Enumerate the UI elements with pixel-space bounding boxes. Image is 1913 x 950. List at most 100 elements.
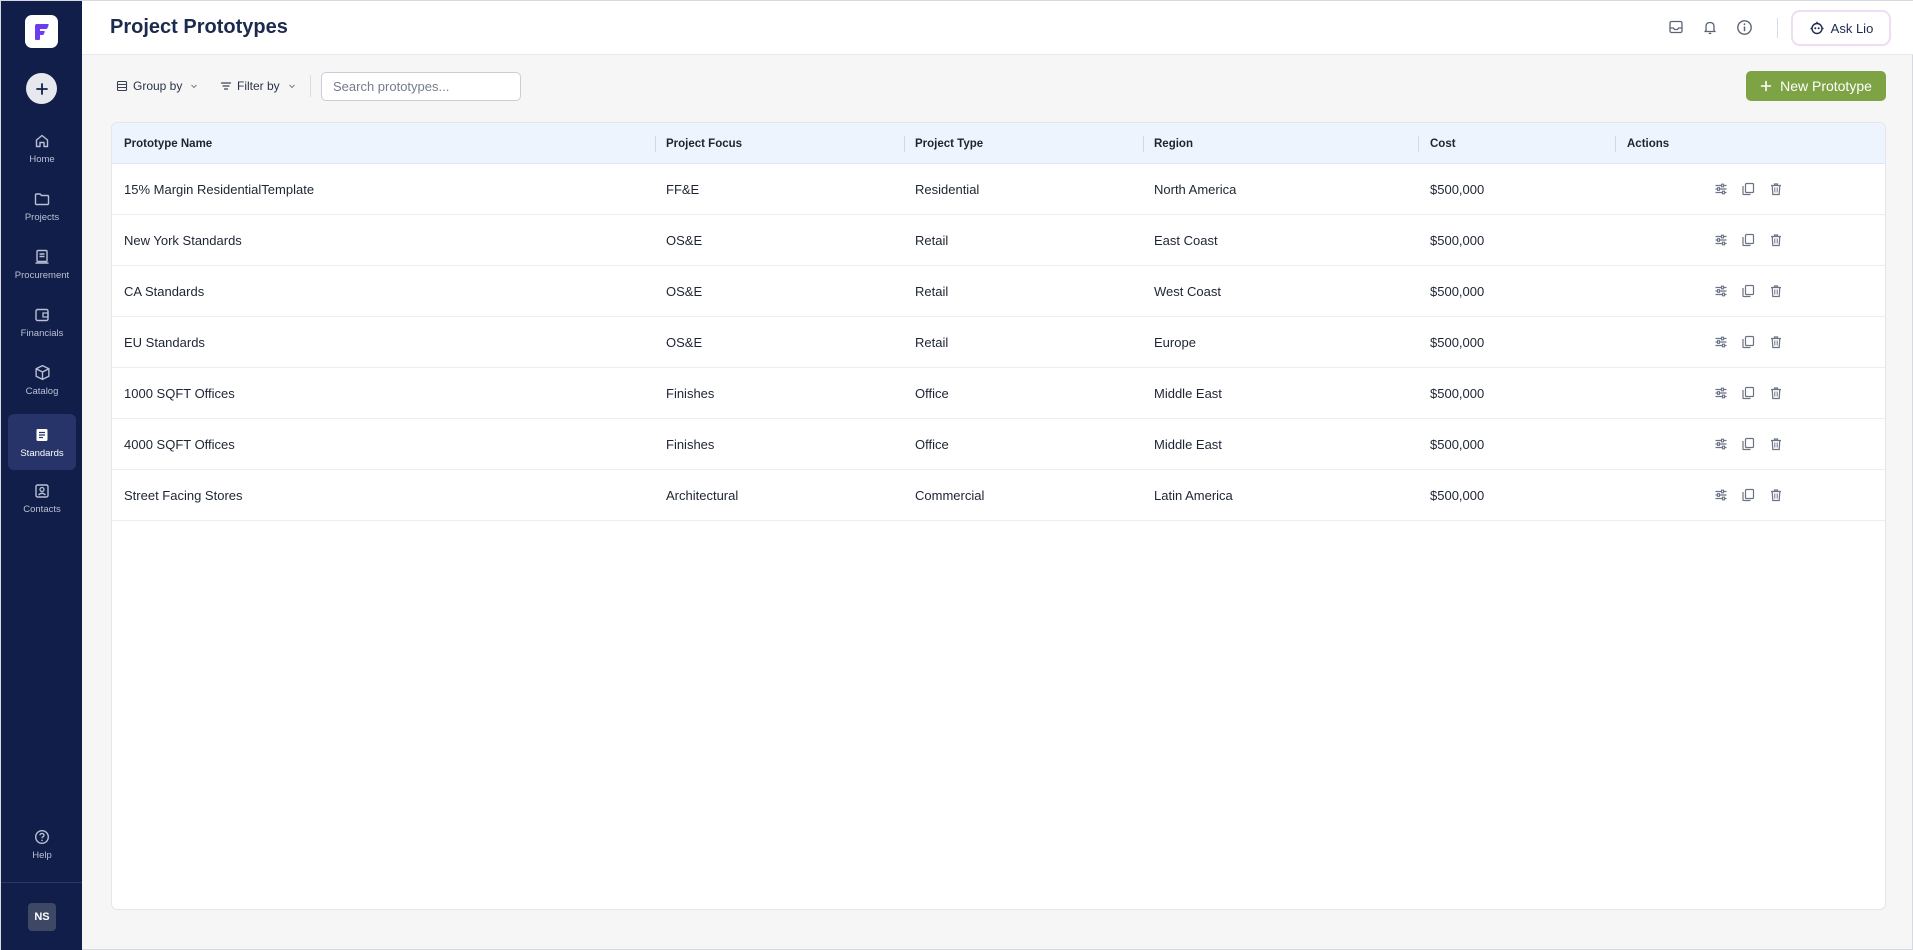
app-logo[interactable] [25,15,58,48]
duplicate-prototype-button[interactable] [1740,436,1756,452]
column-header-prototype-name[interactable]: Prototype Name [124,123,212,164]
new-prototype-label: New Prototype [1780,78,1872,94]
ask-lio-button[interactable]: Ask Lio [1793,12,1889,44]
column-header-project-focus[interactable]: Project Focus [666,123,742,164]
cell-project-focus: OS&E [666,335,703,350]
trash-icon [1769,488,1783,502]
sidebar-item-contacts[interactable]: Contacts [8,470,76,526]
delete-prototype-button[interactable] [1768,487,1784,503]
duplicate-prototype-button[interactable] [1740,487,1756,503]
sidebar-item-home[interactable]: Home [8,120,76,176]
column-resizer[interactable] [655,136,656,152]
cell-project-focus: Architectural [666,488,739,503]
cell-cost: $500,000 [1430,386,1485,401]
edit-settings-icon [1714,233,1728,247]
edit-settings-icon [1714,437,1728,451]
sidebar-item-procurement[interactable]: Procurement [8,236,76,292]
sidebar-item-help[interactable]: Help [8,816,76,872]
group-by-label: Group by [133,79,183,93]
duplicate-prototype-button[interactable] [1740,385,1756,401]
cell-prototype-name: CA Standards [124,284,205,299]
filter-by-button[interactable]: Filter by [220,77,297,95]
column-resizer[interactable] [1615,136,1616,152]
edit-prototype-button[interactable] [1713,487,1729,503]
table-row[interactable]: 1000 SQFT Offices Finishes Office Middle Ea… [112,368,1885,419]
duplicate-icon [1741,386,1755,400]
trash-icon [1769,386,1783,400]
search-input[interactable] [321,72,521,101]
edit-prototype-button[interactable] [1713,232,1729,248]
group-by-button[interactable]: Group by [116,77,199,95]
edit-prototype-button[interactable] [1713,385,1729,401]
sidebar-item-projects[interactable]: Projects [8,178,76,234]
sidebar-item-label: Projects [24,211,60,223]
sidebar-item-catalog[interactable]: Catalog [8,352,76,408]
column-header-actions: Actions [1627,137,1670,150]
prototypes-table: Prototype Name Project Focus Project Typ… [111,122,1886,910]
table-row[interactable]: CA Standards OS&E Retail West Coast $500,000 [112,266,1885,317]
duplicate-prototype-button[interactable] [1740,181,1756,197]
delete-prototype-button[interactable] [1768,232,1784,248]
plus-icon [35,82,48,95]
avatar[interactable]: NS [28,903,56,931]
edit-prototype-button[interactable] [1713,283,1729,299]
cell-region: Europe [1154,335,1196,350]
sidebar-item-label: Procurement [14,269,70,281]
receipt-icon [33,248,51,266]
duplicate-prototype-button[interactable] [1740,334,1756,350]
table-row[interactable]: 4000 SQFT Offices Finishes Office Middle Ea… [112,419,1885,470]
column-resizer[interactable] [1418,136,1419,152]
edit-settings-icon [1714,182,1728,196]
cell-prototype-name: New York Standards [124,233,242,248]
create-button[interactable] [26,73,57,104]
cell-project-type: Retail [915,284,949,299]
new-prototype-button[interactable]: New Prototype [1746,71,1886,101]
table-row[interactable]: 15% Margin ResidentialTemplate FF&E Reside… [112,164,1885,215]
edit-prototype-button[interactable] [1713,436,1729,452]
delete-prototype-button[interactable] [1768,181,1784,197]
duplicate-prototype-button[interactable] [1740,232,1756,248]
column-resizer[interactable] [904,136,905,152]
cell-region: Middle East [1154,437,1222,452]
cell-project-type: Residential [915,182,980,197]
edit-settings-icon [1714,335,1728,349]
edit-prototype-button[interactable] [1713,181,1729,197]
page-title: Project Prototypes [110,16,288,38]
duplicate-icon [1741,182,1755,196]
bell-icon[interactable] [1700,17,1720,37]
table-row[interactable]: Street Facing Stores Architectural Commerc… [112,470,1885,521]
ask-lio-label: Ask Lio [1830,20,1874,36]
sidebar-item-financials[interactable]: Financials [8,294,76,350]
column-header-region[interactable]: Region [1154,123,1193,164]
column-resizer[interactable] [1143,136,1144,152]
duplicate-icon [1741,335,1755,349]
cell-project-type: Office [915,437,949,452]
trash-icon [1769,233,1783,247]
duplicate-prototype-button[interactable] [1740,283,1756,299]
table-layout-icon [116,80,128,92]
delete-prototype-button[interactable] [1768,436,1784,452]
sidebar-item-standards[interactable]: Standards [8,414,76,470]
cell-cost: $500,000 [1430,488,1485,503]
cell-project-focus: OS&E [666,233,703,248]
inbox-icon[interactable] [1666,17,1686,37]
table-row[interactable]: EU Standards OS&E Retail Europe $500,000 [112,317,1885,368]
chevron-down-icon [287,81,297,91]
app-window: Home Projects Procurement Financials Cat… [0,0,1913,950]
folder-icon [33,190,51,208]
delete-prototype-button[interactable] [1768,283,1784,299]
column-header-project-type[interactable]: Project Type [915,123,983,164]
sidebar-item-label: Help [32,849,52,861]
sidebar-item-label: Catalog [25,385,59,397]
logo-icon [34,23,49,40]
cell-project-type: Retail [915,335,949,350]
table-row[interactable]: New York Standards OS&E Retail East Coast $5… [112,215,1885,266]
delete-prototype-button[interactable] [1768,385,1784,401]
edit-prototype-button[interactable] [1713,334,1729,350]
info-icon[interactable] [1734,17,1754,37]
home-icon [33,132,51,150]
chevron-down-icon [189,81,199,91]
delete-prototype-button[interactable] [1768,334,1784,350]
contact-card-icon [33,482,51,500]
column-header-cost[interactable]: Cost [1430,123,1456,164]
